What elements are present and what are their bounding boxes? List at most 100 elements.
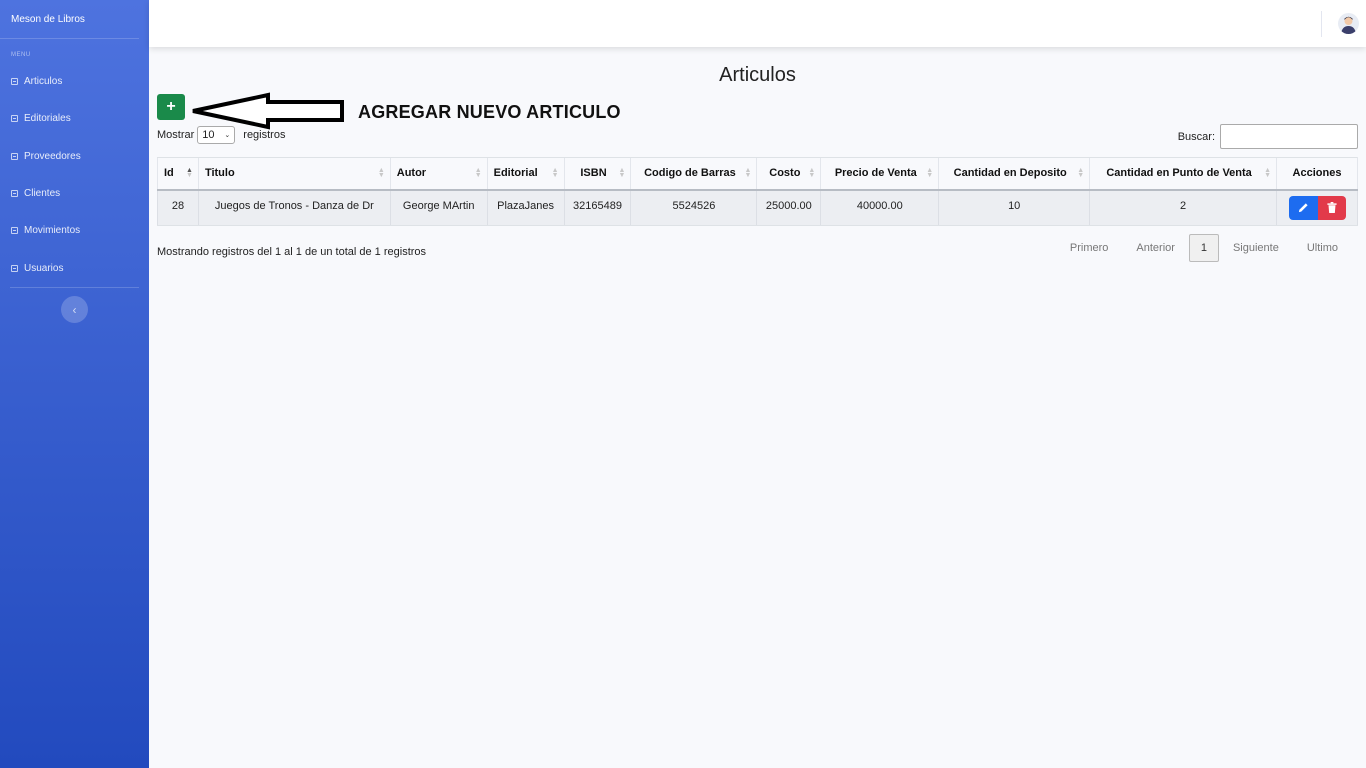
sort-icon: ▲ ▼ <box>808 167 816 179</box>
column-header-codigo-barras[interactable]: Codigo de Barras ▲ ▼ <box>630 157 757 191</box>
column-label: Titulo <box>204 167 235 180</box>
sidebar-divider <box>10 286 139 288</box>
trash-icon <box>1326 202 1337 213</box>
sort-icon: ▲ ▼ <box>618 167 626 179</box>
table-icon <box>11 227 18 235</box>
chevron-down-icon: ⌄ <box>224 132 231 139</box>
page-title: Articulos <box>719 64 796 86</box>
cell-isbn: 32165489 <box>563 189 631 226</box>
pagination-last[interactable]: Ultimo <box>1293 242 1352 254</box>
table-icon <box>11 78 18 86</box>
sidebar-item-label: Editoriales <box>24 113 71 125</box>
sidebar-item-clientes[interactable]: Clientes <box>0 175 149 212</box>
topbar <box>149 0 1366 47</box>
pagination-page-current[interactable]: 1 <box>1188 234 1219 262</box>
column-label: ISBN <box>580 167 607 180</box>
sidebar-toggle-button[interactable]: ‹ <box>61 296 88 323</box>
menu-heading: MENU <box>11 52 31 58</box>
sidebar-item-usuarios[interactable]: Usuarios <box>0 249 149 286</box>
sort-icon: ▲ ▼ <box>744 167 752 179</box>
table-header-row: Id ▲ ▼ Titulo ▲ ▼ Autor ▲ ▼ Editorial ▲ ▼ ISBN ▲ ▼… <box>157 157 1358 191</box>
page-length-value: 10 <box>202 129 215 141</box>
cell-titulo: Juegos de Tronos - Danza de Dr <box>197 189 391 226</box>
cell-editorial: PlazaJanes <box>486 189 565 226</box>
column-label: Codigo de Barras <box>644 167 736 180</box>
table-info: Mostrando registros del 1 al 1 de un tot… <box>157 246 427 258</box>
sidebar-item-articulos[interactable]: Articulos <box>0 63 149 100</box>
add-article-button[interactable]: + <box>157 94 185 120</box>
column-header-precio-venta[interactable]: Precio de Venta ▲ ▼ <box>820 157 939 191</box>
sidebar-item-movimientos[interactable]: Movimientos <box>0 212 149 249</box>
pagination: Primero Anterior 1 Siguiente Ultimo <box>1056 234 1352 262</box>
column-header-isbn[interactable]: ISBN ▲ ▼ <box>563 157 631 191</box>
cell-acciones <box>1276 189 1358 226</box>
table-icon <box>11 152 18 160</box>
page-length-control: Mostrar 10 ⌄ registros <box>157 126 285 144</box>
sidebar-item-label: Articulos <box>24 76 63 88</box>
sidebar: Meson de Libros MENU Articulos Editorial… <box>0 0 149 768</box>
topbar-divider <box>1321 11 1322 37</box>
search-control: Buscar: <box>1178 124 1358 149</box>
brand-name: Meson de Libros <box>11 13 85 25</box>
cell-codigo-barras: 5524526 <box>630 189 757 226</box>
pagination-next[interactable]: Siguiente <box>1219 242 1293 254</box>
column-header-autor[interactable]: Autor ▲ ▼ <box>389 157 488 191</box>
sidebar-item-editoriales[interactable]: Editoriales <box>0 100 149 137</box>
length-suffix: registros <box>243 129 286 141</box>
delete-button[interactable] <box>1317 195 1346 220</box>
column-label: Autor <box>396 167 427 180</box>
column-label: Id <box>164 167 174 180</box>
add-annotation-label: AGREGAR NUEVO ARTICULO <box>358 102 621 122</box>
column-header-titulo[interactable]: Titulo ▲ ▼ <box>197 157 391 191</box>
cell-id: 28 <box>157 189 199 226</box>
sidebar-item-label: Proveedores <box>24 150 81 162</box>
column-label: Editorial <box>493 167 538 180</box>
column-header-cantidad-punto-venta[interactable]: Cantidad en Punto de Venta ▲ ▼ <box>1089 157 1277 191</box>
sidebar-item-proveedores[interactable]: Proveedores <box>0 138 149 175</box>
pencil-icon <box>1298 203 1308 213</box>
search-input[interactable] <box>1220 124 1358 149</box>
sort-icon: ▲ ▼ <box>1264 167 1272 179</box>
user-avatar-icon[interactable] <box>1338 13 1359 34</box>
table-icon <box>11 115 18 123</box>
cell-precio-venta: 40000.00 <box>820 189 939 226</box>
column-header-costo[interactable]: Costo ▲ ▼ <box>756 157 821 191</box>
sort-icon: ▲ ▼ <box>474 167 482 179</box>
cell-costo: 25000.00 <box>756 189 821 226</box>
table-icon <box>11 190 18 198</box>
column-header-cantidad-deposito[interactable]: Cantidad en Deposito ▲ ▼ <box>938 157 1090 191</box>
arrow-annotation-icon <box>192 92 344 130</box>
articles-table: Id ▲ ▼ Titulo ▲ ▼ Autor ▲ ▼ Editorial ▲ ▼ ISBN ▲ ▼… <box>157 157 1358 226</box>
table-row: 28 Juegos de Tronos - Danza de Dr George… <box>157 189 1358 226</box>
cell-autor: George MArtin <box>389 189 488 226</box>
column-label: Precio de Venta <box>834 167 917 180</box>
column-header-editorial[interactable]: Editorial ▲ ▼ <box>486 157 565 191</box>
sidebar-item-label: Usuarios <box>24 262 64 274</box>
cell-cantidad-punto-venta: 2 <box>1089 189 1277 226</box>
column-header-id[interactable]: Id ▲ ▼ <box>157 157 199 191</box>
row-actions <box>1277 195 1357 220</box>
search-label: Buscar: <box>1177 130 1215 143</box>
column-label: Costo <box>769 167 801 180</box>
cell-cantidad-deposito: 10 <box>938 189 1090 226</box>
sidebar-item-label: Movimientos <box>24 225 81 237</box>
column-label: Cantidad en Deposito <box>953 167 1067 180</box>
column-label: Cantidad en Punto de Venta <box>1106 167 1252 180</box>
plus-icon: + <box>166 98 176 115</box>
chevron-left-icon: ‹ <box>72 302 77 317</box>
sort-icon: ▲ ▼ <box>926 167 934 179</box>
table-icon <box>11 264 18 272</box>
sidebar-item-label: Clientes <box>24 188 61 200</box>
column-label: Acciones <box>1292 167 1342 180</box>
edit-button[interactable] <box>1288 195 1318 220</box>
pagination-prev[interactable]: Anterior <box>1122 242 1189 254</box>
sort-asc-icon: ▲ ▼ <box>186 167 193 179</box>
sort-icon: ▲ ▼ <box>377 167 385 179</box>
sort-icon: ▲ ▼ <box>551 167 559 179</box>
column-header-acciones: Acciones <box>1276 157 1358 191</box>
page-length-select[interactable]: 10 ⌄ <box>197 126 236 144</box>
sidebar-brand[interactable]: Meson de Libros <box>0 0 139 39</box>
pagination-first[interactable]: Primero <box>1056 242 1123 254</box>
sort-icon: ▲ ▼ <box>1077 167 1085 179</box>
length-prefix: Mostrar <box>157 129 195 141</box>
